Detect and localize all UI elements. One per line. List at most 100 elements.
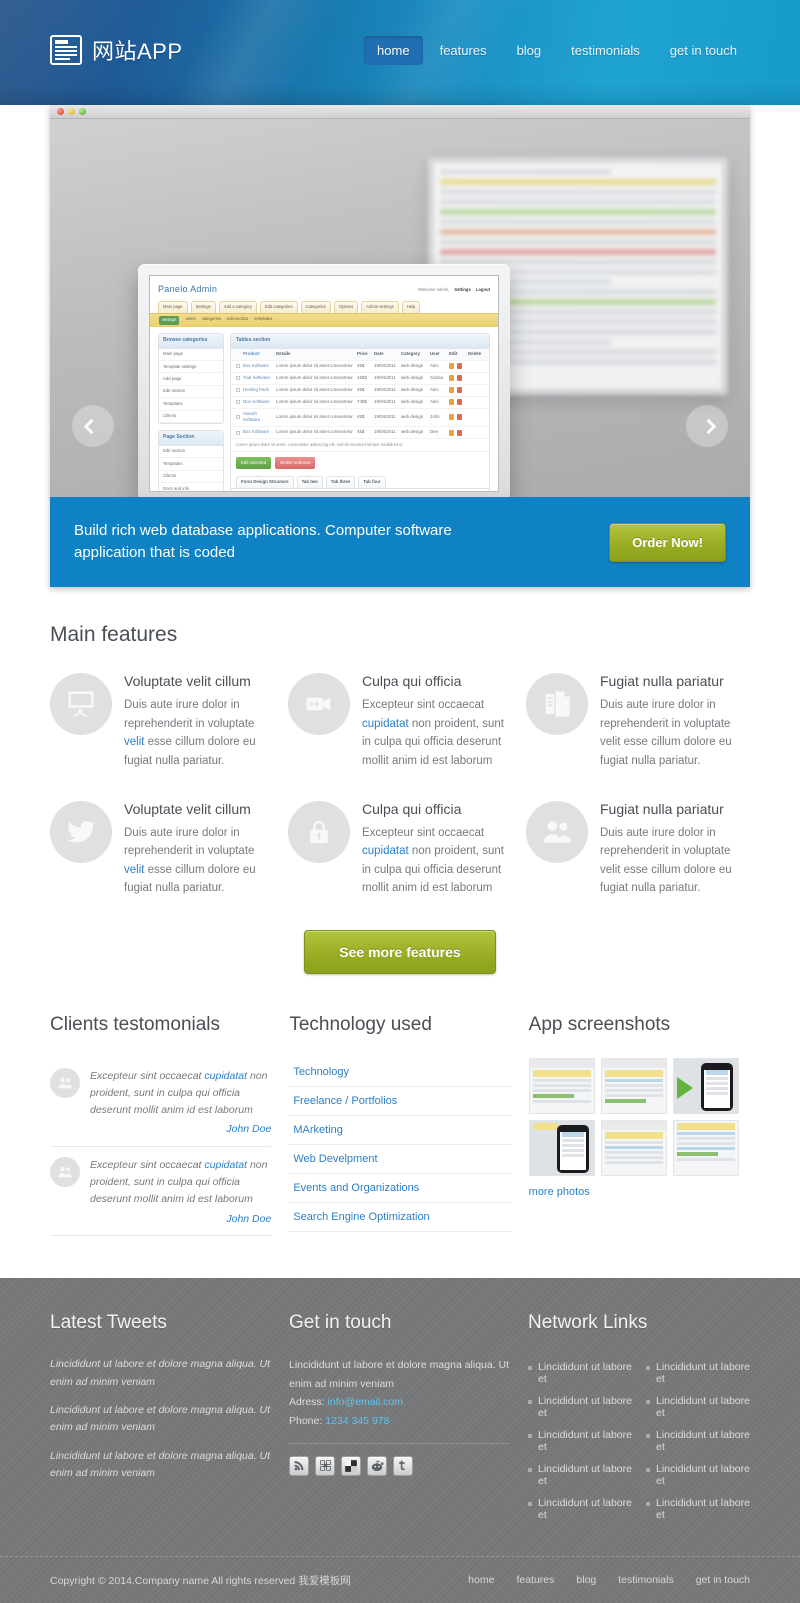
admin-settings-link: Settings [454,286,471,292]
footer-nav-item-features[interactable]: features [516,1574,554,1586]
features-title: Main features [50,623,178,646]
network-link[interactable]: Lincididunt ut labore et [538,1463,632,1487]
header-inner: 网站APP home features blog testimonials ge… [50,0,750,105]
network-link[interactable]: Lincididunt ut labore et [656,1429,750,1453]
list-item: Lincididunt ut labore et [646,1390,750,1424]
phone-link[interactable]: 1234 345 978 [325,1415,389,1427]
feature-inline-link[interactable]: velit [124,736,144,748]
footer-nav-item-home[interactable]: home [468,1574,494,1586]
feature-inline-link[interactable]: cupidatat [362,718,409,730]
network-link[interactable]: Lincididunt ut labore et [656,1463,750,1487]
see-more-features-button[interactable]: See more features [304,930,496,974]
see-more-wrap: See more features [50,930,750,974]
delete-icon [457,399,462,406]
testimonial-inline-link[interactable]: cupidatat [204,1159,247,1171]
screenshot-thumb[interactable] [672,1058,739,1114]
table-header: Category [401,350,421,356]
edit-icon [449,363,454,370]
panel-item: Main page [159,349,223,362]
logo[interactable]: 网站APP [50,34,183,66]
bullet-icon [646,1468,650,1473]
admin-side-panel: Browse categories Main page Template set… [158,333,224,425]
edit-icon [449,375,454,382]
screenshot-thumb[interactable] [672,1120,739,1176]
network-link[interactable]: Lincididunt ut labore et [538,1429,632,1453]
network-link[interactable]: Lincididunt ut labore et [538,1395,632,1419]
delete-icon [457,363,462,370]
list-item: Lincididunt ut labore et [646,1424,750,1458]
nav-item-get-in-touch[interactable]: get in touch [657,36,750,65]
table-row: Trial Software Lorem ipsum dolor sit ame… [231,373,489,385]
admin-title: Panelo Admin [158,284,218,294]
screenshot-thumb[interactable] [600,1058,667,1114]
list-item: Technology [289,1058,511,1087]
list-item: Events and Organizations [289,1174,511,1203]
technology-link[interactable]: Web Develpment [289,1145,510,1173]
admin-tab: Edit categories [259,300,298,313]
panel-item: Templates [159,458,223,471]
nav-item-testimonials[interactable]: testimonials [558,36,653,65]
slider-next-button[interactable] [686,405,728,447]
testimonial-author[interactable]: John Doe [90,1211,271,1228]
technology-link[interactable]: Freelance / Portfolios [289,1087,510,1115]
table-header: Price [357,350,368,356]
testimonial-inline-link[interactable]: cupidatat [204,1070,247,1082]
features-section: Main features Voluptate velit cillum Dui… [50,623,750,1278]
flickr-icon[interactable] [315,1455,335,1476]
technology-link[interactable]: Search Engine Optimization [289,1203,510,1231]
technology-list: Technology Freelance / Portfolios MArket… [289,1058,511,1232]
feature-text: Duis aute irure dolor in reprehenderit i… [124,699,256,767]
testimonials-column: Clients testomonials Excepteur sint occa… [50,1014,272,1237]
network-link[interactable]: Lincididunt ut labore et [538,1497,632,1521]
slider-prev-button[interactable] [72,405,114,447]
order-now-button[interactable]: Order Now! [609,522,726,562]
table-row: Hosting Pack Lorem ipsum dolor sit amet … [231,385,489,397]
footer-nav-item-get-in-touch[interactable]: get in touch [696,1574,750,1586]
more-photos-link[interactable]: more photos [529,1186,590,1198]
rss-icon[interactable] [289,1455,309,1476]
email-link[interactable]: info@email.com [328,1396,403,1408]
address-label: Adress: [289,1396,325,1409]
nav-item-home[interactable]: home [364,36,423,65]
feature-title: Culpa qui officia [362,800,462,817]
feature-card: Voluptate velit cillum Duis aute irure d… [50,800,272,899]
close-icon [57,108,64,115]
feature-text: Duis aute irure dolor in reprehenderit i… [124,826,256,895]
delicious-icon[interactable] [341,1455,361,1476]
social-links [289,1455,510,1476]
table-header: User [430,350,440,356]
table-header: Date [374,350,384,356]
screenshot-thumb[interactable] [528,1058,595,1114]
reddit-icon[interactable] [367,1455,387,1476]
feature-inline-link[interactable]: cupidatat [362,845,409,857]
technology-link[interactable]: Technology [289,1058,510,1086]
network-link[interactable]: Lincididunt ut labore et [538,1361,632,1385]
footer-network-column: Network Links Lincididunt ut labore et L… [528,1312,750,1526]
technology-link[interactable]: MArketing [289,1116,510,1144]
delete-icon [457,429,462,436]
admin-tab: Help [401,300,421,313]
screenshot-thumb[interactable] [600,1120,667,1176]
admin-subtab: settings [159,316,180,325]
bottom-tab: Tab four [358,475,386,489]
nav-item-features[interactable]: features [427,36,500,65]
feature-inline-link[interactable]: velit [124,864,144,876]
network-link[interactable]: Lincididunt ut labore et [656,1395,750,1419]
footer-nav-item-testimonials[interactable]: testimonials [618,1574,673,1586]
table-header: Edit [449,350,458,356]
panel-title: Browse categories [159,334,223,349]
nav-item-blog[interactable]: blog [504,36,555,65]
footer-contact-body: Lincididunt ut labore et dolore magna al… [289,1356,510,1430]
twitter-icon[interactable] [393,1455,413,1476]
panel-item: Edit section [159,386,223,399]
screenshot-thumb[interactable] [528,1120,595,1176]
footer-nav-item-blog[interactable]: blog [576,1574,596,1586]
screenshots-column: App screenshots more photos [528,1014,750,1236]
testimonial-author[interactable]: John Doe [90,1121,271,1138]
technology-link[interactable]: Events and Organizations [289,1174,510,1202]
list-item: Lincididunt ut labore et [528,1356,632,1390]
footer-contact-title: Get in touch [289,1312,392,1334]
admin-tab: Admin settings [361,300,399,313]
network-link[interactable]: Lincididunt ut labore et [656,1361,750,1385]
network-link[interactable]: Lincididunt ut labore et [656,1497,750,1521]
